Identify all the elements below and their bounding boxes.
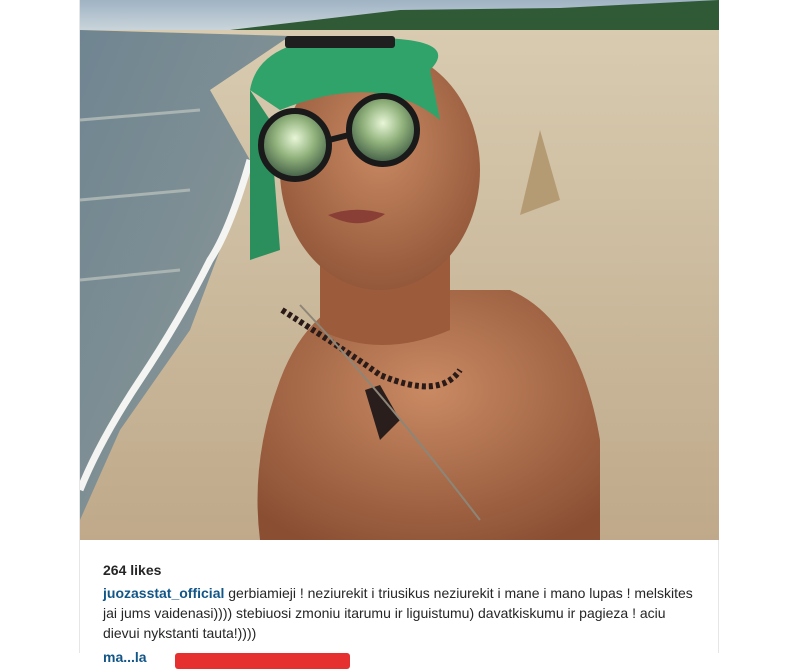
post-photo[interactable] xyxy=(80,0,719,540)
redaction-bar xyxy=(175,653,350,669)
post-meta: 264 likes juozasstat_official gerbiamiej… xyxy=(80,540,719,669)
comment-row: ma...la xyxy=(103,649,696,669)
caption-username[interactable]: juozasstat_official xyxy=(103,585,224,601)
comment-username[interactable]: ma...la xyxy=(103,649,147,665)
instagram-post: 264 likes juozasstat_official gerbiamiej… xyxy=(79,0,719,669)
beach-selfie-image xyxy=(80,0,719,540)
post-caption: juozasstat_official gerbiamieji ! neziur… xyxy=(103,583,693,643)
likes-count[interactable]: 264 likes xyxy=(103,561,696,579)
